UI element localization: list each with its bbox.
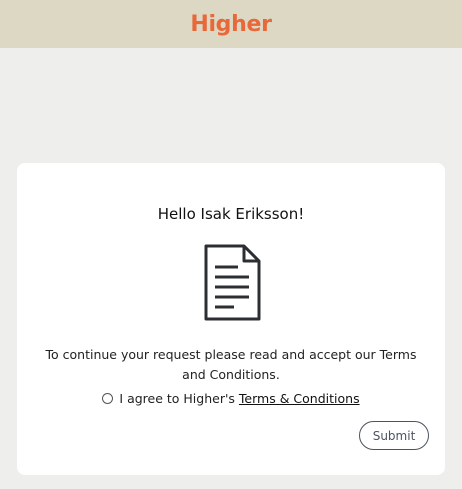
agree-label: I agree to Higher's xyxy=(119,391,235,406)
agree-row: I agree to Higher's Terms & Conditions xyxy=(17,391,445,406)
document-icon xyxy=(204,244,261,321)
agree-radio[interactable] xyxy=(102,393,114,404)
higher-logo[interactable]: Higher xyxy=(190,12,272,37)
app-header: Higher xyxy=(0,0,462,48)
terms-link[interactable]: Terms & Conditions xyxy=(239,391,360,406)
greeting-title: Hello Isak Eriksson! xyxy=(157,205,305,223)
terms-message: To continue your request please read and… xyxy=(45,347,417,382)
terms-card: Hello Isak Eriksson! To continue your re… xyxy=(17,163,445,475)
submit-button[interactable]: Submit xyxy=(359,421,429,450)
